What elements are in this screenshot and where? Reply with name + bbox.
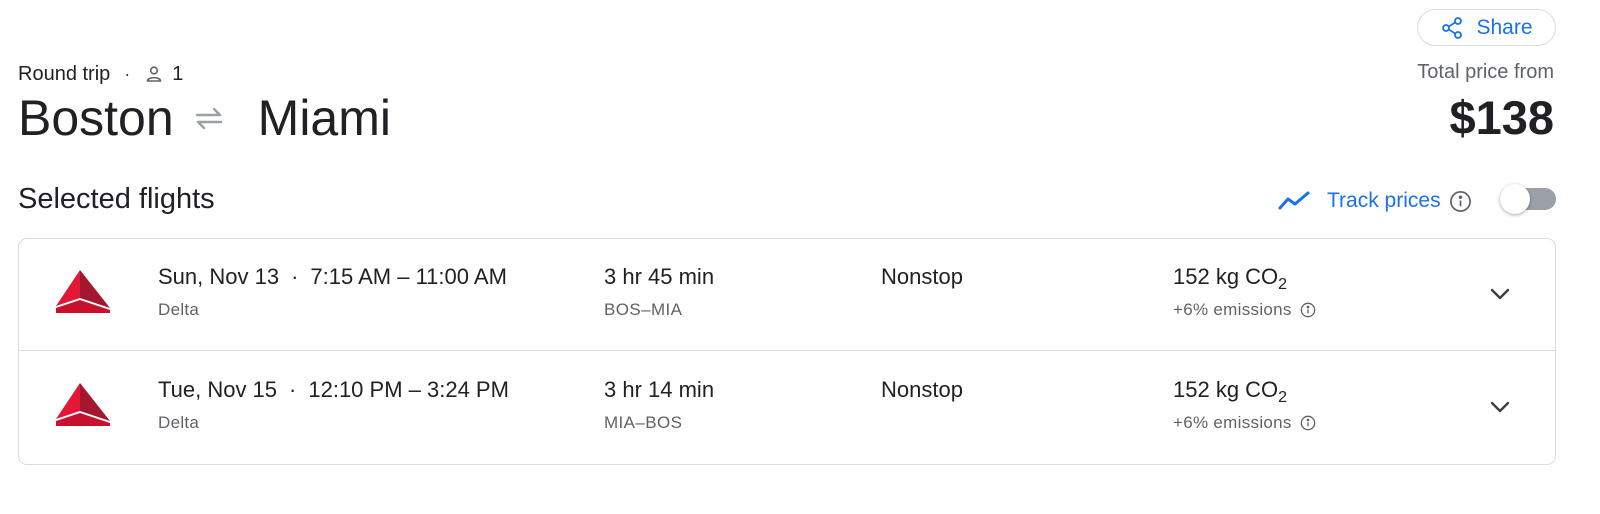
co2-value: 152 kg CO2 (1173, 264, 1288, 293)
info-icon[interactable] (1300, 302, 1316, 318)
info-icon[interactable] (1300, 415, 1316, 431)
flight-duration: 3 hr 14 min (604, 377, 715, 402)
chevron-down-icon[interactable] (1487, 394, 1513, 420)
flight-stops: Nonstop (881, 377, 963, 402)
info-icon[interactable] (1449, 190, 1472, 213)
track-prices[interactable]: Track prices (1277, 184, 1472, 218)
trend-line-icon (1277, 189, 1311, 213)
flight-time-range: 12:10 PM – 3:24 PM (308, 377, 509, 402)
flight-date: Tue, Nov 15 (158, 377, 278, 402)
total-price: $138 (1449, 91, 1554, 144)
flight-route: BOS–MIA (604, 300, 683, 319)
delta-logo-icon (56, 270, 110, 314)
chevron-down-icon[interactable] (1487, 281, 1513, 307)
route-title: Boston Miami (18, 88, 391, 148)
track-prices-label: Track prices (1327, 189, 1441, 212)
flight-times: Tue, Nov 15 · 12:10 PM – 3:24 PM (158, 377, 509, 402)
flight-time-range: 7:15 AM – 11:00 AM (310, 264, 507, 289)
selected-flights-heading: Selected flights (18, 183, 215, 215)
flight-times: Sun, Nov 13 · 7:15 AM – 11:00 AM (158, 264, 507, 289)
origin-city: Boston (18, 90, 174, 146)
destination-city: Miami (257, 90, 391, 146)
share-button[interactable]: Share (1417, 9, 1556, 46)
toggle-knob (1500, 184, 1530, 214)
emissions-label: +6% emissions (1173, 300, 1316, 320)
separator-dot: · (124, 63, 131, 84)
flight-stops: Nonstop (881, 264, 963, 289)
track-prices-toggle[interactable] (1500, 184, 1556, 214)
flight-row[interactable]: Sun, Nov 13 · 7:15 AM – 11:00 AM Delta 3 h… (19, 239, 1555, 351)
flight-list: Sun, Nov 13 · 7:15 AM – 11:00 AM Delta 3 h… (18, 238, 1556, 465)
airline-name: Delta (158, 300, 200, 319)
flight-route: MIA–BOS (604, 413, 683, 432)
person-icon (144, 64, 164, 84)
swap-arrows-icon (192, 101, 226, 135)
delta-logo-icon (56, 383, 110, 427)
passenger-count: 1 (172, 62, 184, 85)
flight-row[interactable]: Tue, Nov 15 · 12:10 PM – 3:24 PM Delta 3 h… (19, 352, 1555, 464)
flight-date: Sun, Nov 13 (158, 264, 280, 289)
trip-meta: Round trip · 1 (18, 61, 183, 87)
flight-duration: 3 hr 45 min (604, 264, 715, 289)
share-label: Share (1476, 15, 1533, 39)
co2-value: 152 kg CO2 (1173, 377, 1288, 406)
trip-type: Round trip (18, 62, 111, 85)
airline-name: Delta (158, 413, 200, 432)
emissions-label: +6% emissions (1173, 413, 1316, 433)
share-icon (1440, 16, 1464, 40)
total-price-label: Total price from (1417, 61, 1554, 83)
